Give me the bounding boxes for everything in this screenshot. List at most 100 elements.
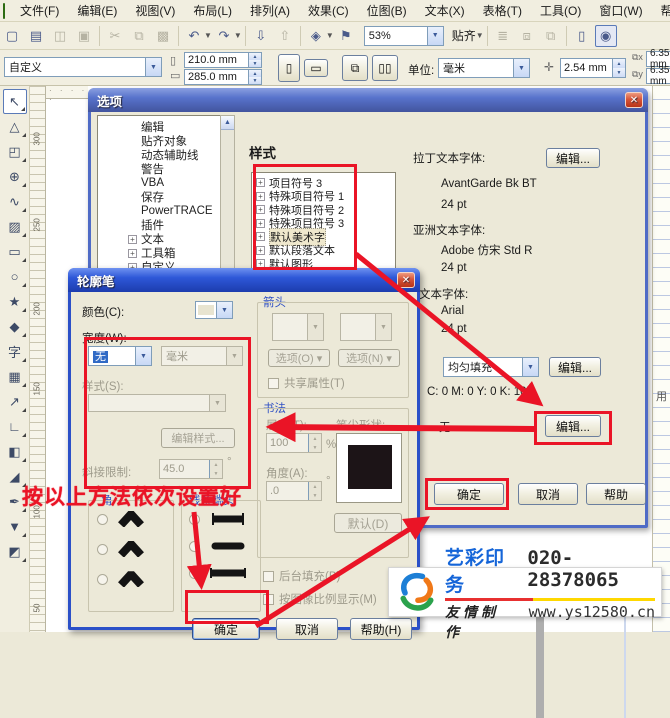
new-icon[interactable]: ▢ [1, 25, 23, 47]
behind-fill-checkbox[interactable]: 后台填充(B) [263, 568, 340, 584]
share-icon[interactable]: ⧈ [516, 25, 538, 47]
outline-help-button[interactable]: 帮助(H) [350, 618, 412, 640]
units-combo[interactable]: 毫米▼ [438, 58, 530, 78]
nudge-up-icon[interactable]: ▲ [613, 59, 625, 68]
snap-dropdown-icon[interactable]: ▼ [476, 31, 484, 40]
menu-arrange[interactable]: 排列(A) [241, 0, 299, 21]
miter-limit-field[interactable]: 45.0▲▼ [159, 459, 223, 479]
options-ok-button[interactable]: 确定 [434, 483, 504, 505]
preview-icon[interactable]: ◉ [595, 25, 617, 47]
menu-help[interactable]: 帮助(H) [652, 0, 670, 21]
outline-pen-titlebar[interactable]: 轮廓笔 ✕ [68, 268, 420, 292]
bevel-corner-icon[interactable] [116, 571, 146, 587]
edit-style-button[interactable]: 编辑样式... [161, 428, 235, 448]
tree-item-save[interactable]: 保存 [98, 190, 234, 204]
blend-tool[interactable]: ◧ [3, 439, 27, 464]
pick-tool[interactable]: ↖ [3, 89, 27, 114]
edit-latin-font-button[interactable]: 编辑... [546, 148, 600, 168]
export-icon[interactable]: ⇧ [274, 25, 296, 47]
tree-item-text[interactable]: +文本 [98, 232, 234, 246]
width-combo[interactable]: 无 ▼ [88, 346, 152, 366]
angle-field[interactable]: .0▲▼ [266, 481, 322, 501]
width-units-arrow-icon[interactable]: ▼ [226, 347, 242, 365]
zoom-combo-arrow-icon[interactable]: ▼ [427, 27, 443, 45]
stretch-up-icon[interactable]: ▲ [309, 434, 321, 443]
connector-tool[interactable]: ∟ [3, 414, 27, 439]
full-screen-icon[interactable]: ▯ [571, 25, 593, 47]
page-width-down-icon[interactable]: ▼ [249, 60, 261, 67]
page-height-field[interactable]: 285.0 mm▲▼ [184, 69, 262, 85]
crop-tool[interactable]: ◰ [3, 139, 27, 164]
welcome-screen-icon[interactable]: ⚑ [335, 25, 357, 47]
line-style-combo[interactable]: ▼ [88, 394, 226, 412]
menu-window[interactable]: 窗口(W) [590, 0, 651, 21]
redo-icon[interactable]: ↷ [213, 25, 235, 47]
page-height-up-icon[interactable]: ▲ [249, 70, 261, 77]
bevel-corner-radio[interactable] [97, 574, 108, 585]
expand-icon[interactable]: + [256, 246, 265, 255]
tree-item-powertrace[interactable]: PowerTRACE [98, 204, 234, 218]
table-tool[interactable]: ▦ [3, 364, 27, 389]
expand-icon[interactable]: + [256, 178, 265, 187]
butt-cap-radio[interactable] [189, 514, 200, 525]
expand-icon[interactable]: + [256, 192, 265, 201]
undo-icon[interactable]: ↶ [183, 25, 205, 47]
paste-icon[interactable]: ▩ [152, 25, 174, 47]
duplicate-y-field[interactable]: 6.35 mm [646, 68, 670, 84]
menu-edit[interactable]: 编辑(E) [68, 0, 126, 21]
outline-cancel-button[interactable]: 取消 [276, 618, 338, 640]
interactive-fill-tool[interactable]: ◩ [3, 539, 27, 564]
preset-combo-arrow-icon[interactable]: ▼ [145, 58, 161, 76]
angle-up-icon[interactable]: ▲ [309, 482, 321, 491]
eyedropper-tool[interactable]: ◢ [3, 464, 27, 489]
scale-with-image-checkbox[interactable]: 按图像比例显示(M) [263, 591, 377, 607]
color-swatch-combo[interactable]: ▼ [195, 301, 233, 319]
landscape-button[interactable]: ▭ [304, 59, 328, 77]
miter-corner-radio[interactable] [97, 514, 108, 525]
color-combo-arrow-icon[interactable]: ▼ [216, 302, 232, 318]
shape-tool[interactable]: △ [3, 114, 27, 139]
width-units-combo[interactable]: 毫米▼ [161, 346, 243, 366]
square-cap-icon[interactable] [207, 567, 249, 579]
menu-text[interactable]: 文本(X) [416, 0, 474, 21]
expand-icon[interactable]: + [256, 219, 265, 228]
fill-tool[interactable]: ▼ [3, 514, 27, 539]
outline-pen-close-icon[interactable]: ✕ [397, 272, 415, 288]
print-icon[interactable]: ▣ [73, 25, 95, 47]
wizard-icon[interactable]: ≣ [492, 25, 514, 47]
square-cap-radio[interactable] [189, 568, 200, 579]
end-arrow-icon[interactable]: ▼ [375, 314, 391, 340]
smart-fill-tool[interactable]: ▨ [3, 214, 27, 239]
tree-item-plugins[interactable]: 插件 [98, 218, 234, 232]
facing-pages-button[interactable]: ▯▯ [372, 55, 398, 81]
ellipse-tool[interactable]: ○ [3, 264, 27, 289]
tree-item-vba[interactable]: VBA [98, 176, 234, 190]
page-width-up-icon[interactable]: ▲ [249, 53, 261, 60]
units-combo-arrow-icon[interactable]: ▼ [513, 59, 529, 77]
zoom-tool[interactable]: ⊕ [3, 164, 27, 189]
scroll-up-icon[interactable]: ▲ [221, 116, 234, 130]
line-style-arrow-icon[interactable]: ▼ [209, 395, 225, 411]
menu-view[interactable]: 视图(V) [126, 0, 184, 21]
miter-up-icon[interactable]: ▲ [210, 460, 222, 469]
tree-item-snap-objects[interactable]: 贴齐对象 [98, 134, 234, 148]
nudge-down-icon[interactable]: ▼ [613, 68, 625, 77]
menu-effects[interactable]: 效果(C) [299, 0, 358, 21]
app-launcher-icon[interactable]: ◈ [305, 25, 327, 47]
tree-item-warnings[interactable]: 警告 [98, 162, 234, 176]
redo-dropdown-icon[interactable]: ▼ [234, 31, 242, 40]
basic-shapes-tool[interactable]: ◆ [3, 314, 27, 339]
expand-icon[interactable]: + [256, 232, 265, 241]
expand-icon[interactable]: + [128, 235, 137, 244]
page-width-field[interactable]: 210.0 mm▲▼ [184, 52, 262, 68]
angle-down-icon[interactable]: ▼ [309, 491, 321, 500]
width-combo-arrow-icon[interactable]: ▼ [135, 347, 151, 365]
preset-combo[interactable]: 自定义▼ [4, 57, 162, 77]
tree-item-dynamic-guides[interactable]: 动态辅助线 [98, 148, 234, 162]
outline-ok-button[interactable]: 确定 [192, 618, 260, 640]
fill-combo-arrow-icon[interactable]: ▼ [522, 358, 538, 376]
edit-fill-button[interactable]: 编辑... [549, 357, 601, 377]
nib-shape-preview[interactable] [336, 433, 402, 503]
copy-icon[interactable]: ⧉ [128, 25, 150, 47]
dimension-tool[interactable]: ↗ [3, 389, 27, 414]
